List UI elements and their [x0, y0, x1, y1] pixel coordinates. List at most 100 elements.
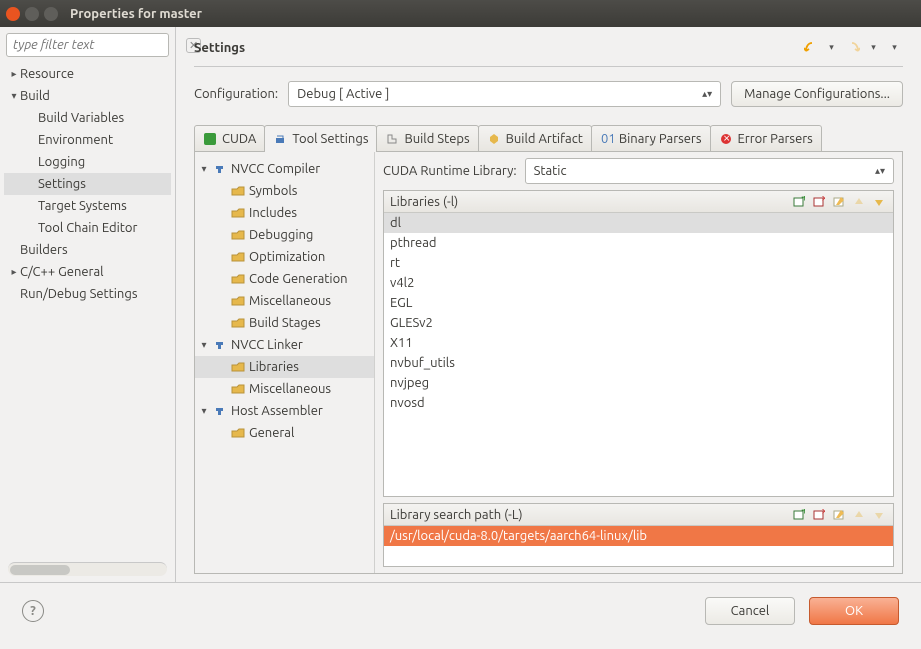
tab-cuda[interactable]: CUDA: [194, 125, 265, 151]
runtime-select[interactable]: Static ▴▾: [525, 158, 894, 184]
tooltree-item[interactable]: ▾NVCC Linker: [195, 334, 374, 356]
tree-label: Tool Chain Editor: [38, 221, 137, 235]
tooltree-item[interactable]: Debugging: [195, 224, 374, 246]
sidebar-item[interactable]: ▾Build: [4, 85, 171, 107]
move-down-icon[interactable]: [871, 194, 887, 210]
tree-label: Settings: [38, 177, 86, 191]
ok-button[interactable]: OK: [809, 597, 899, 625]
libpath-title: Library search path (-L): [390, 508, 787, 522]
remove-icon[interactable]: ×: [811, 507, 827, 523]
close-icon[interactable]: [6, 7, 20, 21]
folder-icon: [230, 272, 246, 286]
tooltree-item[interactable]: Includes: [195, 202, 374, 224]
libraries-body[interactable]: dlpthreadrtv4l2EGLGLESv2X11nvbuf_utilsnv…: [384, 213, 893, 413]
sidebar-item[interactable]: ▸Resource: [4, 63, 171, 85]
edit-icon[interactable]: [831, 194, 847, 210]
list-item[interactable]: nvosd: [384, 393, 893, 413]
sidebar-item[interactable]: Settings: [4, 173, 171, 195]
list-item[interactable]: /usr/local/cuda-8.0/targets/aarch64-linu…: [384, 526, 893, 546]
sidebar-item[interactable]: Build Variables: [4, 107, 171, 129]
category-sidebar: ✕ ▸Resource▾Build Build Variables Environm…: [0, 27, 176, 582]
configuration-label: Configuration:: [194, 87, 278, 101]
sidebar-scrollbar[interactable]: [8, 562, 167, 576]
list-item[interactable]: dl: [384, 213, 893, 233]
list-item[interactable]: nvjpeg: [384, 373, 893, 393]
manage-config-button[interactable]: Manage Configurations...: [731, 81, 903, 107]
filter-input[interactable]: [11, 37, 186, 53]
settings-tabs[interactable]: CUDATool SettingsBuild StepsBuild Artifa…: [194, 125, 903, 152]
tooltree-item[interactable]: ▾NVCC Compiler: [195, 158, 374, 180]
tab-icon: [385, 132, 399, 146]
tooltree-item[interactable]: Miscellaneous: [195, 290, 374, 312]
list-item[interactable]: EGL: [384, 293, 893, 313]
tool-icon: [212, 162, 228, 176]
move-up-icon[interactable]: [851, 194, 867, 210]
svg-text:×: ×: [723, 133, 730, 145]
back-icon[interactable]: [802, 39, 819, 56]
add-icon[interactable]: +: [791, 507, 807, 523]
category-tree[interactable]: ▸Resource▾Build Build Variables Environmen…: [4, 63, 171, 562]
libraries-title: Libraries (-l): [390, 195, 787, 209]
add-icon[interactable]: +: [791, 194, 807, 210]
menu-icon[interactable]: ▾: [886, 39, 903, 56]
tree-label: Build Variables: [38, 111, 124, 125]
libraries-list: Libraries (-l) + × dlpthreadrtv4l2EGLGLE…: [383, 190, 894, 497]
tooltree-item[interactable]: ▾Host Assembler: [195, 400, 374, 422]
list-item[interactable]: pthread: [384, 233, 893, 253]
sidebar-item[interactable]: ▸C/C++ General: [4, 261, 171, 283]
back-menu-icon[interactable]: ▾: [823, 39, 840, 56]
sidebar-item[interactable]: Tool Chain Editor: [4, 217, 171, 239]
tooltree-item[interactable]: Optimization: [195, 246, 374, 268]
list-item[interactable]: nvbuf_utils: [384, 353, 893, 373]
libpath-list: Library search path (-L) + × /usr/local/…: [383, 503, 894, 567]
folder-icon: [230, 184, 246, 198]
list-item[interactable]: X11: [384, 333, 893, 353]
maximize-icon[interactable]: [44, 7, 58, 21]
sidebar-item[interactable]: Run/Debug Settings: [4, 283, 171, 305]
tooltree-item[interactable]: General: [195, 422, 374, 444]
edit-icon[interactable]: [831, 507, 847, 523]
filter-box[interactable]: ✕: [6, 33, 169, 57]
sidebar-item[interactable]: Environment: [4, 129, 171, 151]
tab-binary-parsers[interactable]: 010Binary Parsers: [591, 125, 711, 151]
tooltree-item[interactable]: Libraries: [195, 356, 374, 378]
list-item[interactable]: rt: [384, 253, 893, 273]
chevron-updown-icon: ▴▾: [875, 166, 885, 176]
tool-tree[interactable]: ▾NVCC CompilerSymbolsIncludesDebuggingOp…: [195, 152, 375, 573]
cancel-button[interactable]: Cancel: [705, 597, 795, 625]
tooltree-item[interactable]: Symbols: [195, 180, 374, 202]
help-icon[interactable]: ?: [22, 600, 44, 622]
svg-text:+: +: [801, 196, 805, 204]
svg-text:+: +: [801, 509, 805, 517]
tab-build-steps[interactable]: Build Steps: [376, 125, 478, 151]
tooltree-item[interactable]: Build Stages: [195, 312, 374, 334]
tooltree-item[interactable]: Miscellaneous: [195, 378, 374, 400]
folder-icon: [230, 316, 246, 330]
tab-icon: [203, 132, 217, 146]
sidebar-item[interactable]: Logging: [4, 151, 171, 173]
sidebar-item[interactable]: Builders: [4, 239, 171, 261]
list-item[interactable]: v4l2: [384, 273, 893, 293]
tab-build-artifact[interactable]: Build Artifact: [478, 125, 592, 151]
title-bar: Properties for master: [0, 0, 921, 27]
sidebar-item[interactable]: Target Systems: [4, 195, 171, 217]
libpath-body[interactable]: /usr/local/cuda-8.0/targets/aarch64-linu…: [384, 526, 893, 546]
move-up-icon[interactable]: [851, 507, 867, 523]
minimize-icon[interactable]: [25, 7, 39, 21]
remove-icon[interactable]: ×: [811, 194, 827, 210]
forward-menu-icon[interactable]: ▾: [865, 39, 882, 56]
tab-error-parsers[interactable]: ×Error Parsers: [710, 125, 822, 151]
tab-icon: 010: [600, 132, 614, 146]
tool-icon: [212, 404, 228, 418]
folder-icon: [230, 294, 246, 308]
tooltree-item[interactable]: Code Generation: [195, 268, 374, 290]
list-item[interactable]: GLESv2: [384, 313, 893, 333]
tree-label: Resource: [20, 67, 74, 81]
tab-tool-settings[interactable]: Tool Settings: [264, 125, 377, 151]
folder-icon: [230, 360, 246, 374]
move-down-icon[interactable]: [871, 507, 887, 523]
configuration-select[interactable]: Debug [ Active ] ▴▾: [288, 81, 721, 107]
window-title: Properties for master: [70, 7, 202, 21]
folder-icon: [230, 382, 246, 396]
tree-label: C/C++ General: [20, 265, 104, 279]
